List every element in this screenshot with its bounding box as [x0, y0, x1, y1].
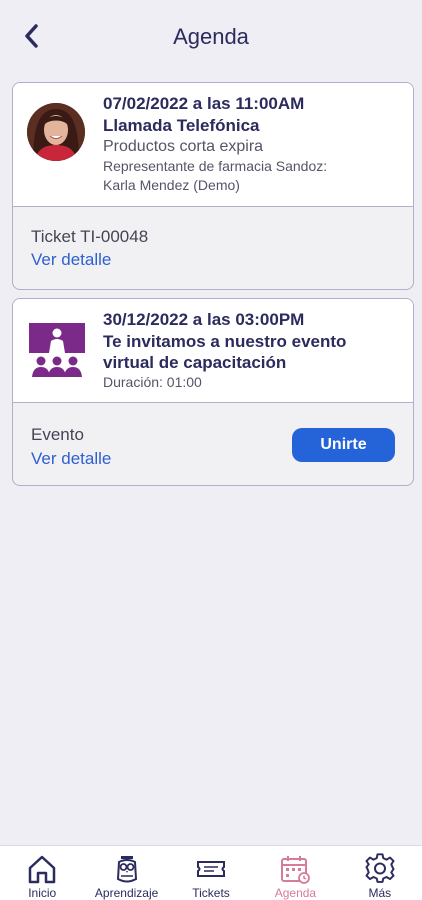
agenda-card-call[interactable]: 07/02/2022 a las 11:00AM Llamada Telefón…	[12, 82, 414, 290]
ticket-icon	[197, 861, 226, 877]
event-detail-line2: Karla Mendez (Demo)	[103, 177, 240, 193]
event-label: Evento	[31, 425, 84, 444]
avatar	[27, 103, 85, 161]
event-title: Llamada Telefónica	[103, 116, 260, 135]
tab-agenda[interactable]: Agenda	[253, 846, 337, 900]
tab-aprendizaje[interactable]: Aprendizaje	[84, 846, 168, 900]
tab-mas[interactable]: Más	[338, 846, 422, 900]
home-icon	[28, 855, 56, 884]
join-button[interactable]: Unirte	[292, 428, 395, 462]
view-detail-link[interactable]: Ver detalle	[31, 449, 111, 469]
tab-label: Tickets	[192, 886, 230, 900]
tab-label: Más	[368, 886, 392, 900]
calendar-icon	[281, 856, 311, 884]
card-text: 07/02/2022 a las 11:00AM Llamada Telefón…	[103, 93, 405, 195]
header: Agenda	[0, 0, 422, 76]
card-text: 30/12/2022 a las 03:00PM Te invitamos a …	[103, 309, 405, 392]
gear-icon	[365, 853, 395, 883]
tab-tickets[interactable]: Tickets	[169, 846, 253, 900]
event-detail-line1: Representante de farmacia Sandoz:	[103, 158, 328, 174]
tab-label: Agenda	[274, 886, 317, 900]
page-title: Agenda	[173, 24, 249, 49]
view-detail-link[interactable]: Ver detalle	[31, 250, 111, 270]
tab-label: Aprendizaje	[94, 886, 159, 900]
owl-icon	[116, 856, 137, 883]
event-duration: Duración: 01:00	[103, 374, 202, 390]
training-event-icon	[29, 323, 85, 377]
event-title-line1: Te invitamos a nuestro evento	[103, 332, 347, 351]
event-date: 30/12/2022 a las 03:00PM	[103, 310, 305, 329]
agenda-card-event[interactable]: 30/12/2022 a las 03:00PM Te invitamos a …	[12, 298, 414, 486]
event-date: 07/02/2022 a las 11:00AM	[103, 94, 305, 113]
ticket-label: Ticket TI-00048	[31, 227, 149, 246]
event-subtitle: Productos corta expira	[103, 138, 264, 155]
tab-label: Inicio	[28, 886, 57, 900]
event-title-line2: virtual de capacitación	[103, 353, 287, 372]
tab-inicio[interactable]: Inicio	[0, 846, 84, 900]
tab-bar: Inicio Aprendizaje Tickets Agenda Más	[0, 845, 422, 900]
